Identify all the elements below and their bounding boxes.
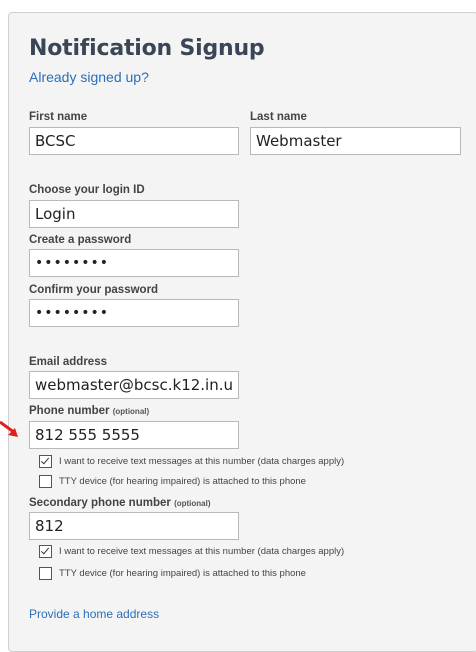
last-name-field[interactable] xyxy=(250,127,461,155)
red-arrow-icon xyxy=(0,420,18,437)
phone-label-text: Phone number xyxy=(29,405,110,417)
password-field[interactable] xyxy=(29,249,239,277)
secondary-phone-text-checkbox[interactable] xyxy=(39,545,52,558)
login-id-label: Choose your login ID xyxy=(29,184,145,196)
already-signed-up-link[interactable]: Already signed up? xyxy=(29,69,149,85)
phone-optional-note: (optional) xyxy=(112,407,150,416)
confirm-password-field[interactable] xyxy=(29,299,239,327)
phone-tty-checkbox[interactable] xyxy=(39,475,52,488)
secondary-phone-tty-checkbox[interactable] xyxy=(39,567,52,580)
secondary-phone-label: Secondary phone number (optional) xyxy=(29,497,211,509)
secondary-phone-label-text: Secondary phone number xyxy=(29,497,171,509)
email-label: Email address xyxy=(29,356,107,368)
provide-home-address-link[interactable]: Provide a home address xyxy=(29,607,159,621)
email-field[interactable] xyxy=(29,371,239,399)
secondary-phone-text-opt-in-label: I want to receive text messages at this … xyxy=(59,546,345,557)
secondary-phone-tty-option: TTY device (for hearing impaired) is att… xyxy=(39,567,306,580)
secondary-phone-optional-note: (optional) xyxy=(174,499,211,508)
login-id-field[interactable] xyxy=(29,200,239,228)
phone-text-opt-in: I want to receive text messages at this … xyxy=(39,455,344,468)
secondary-phone-tty-label: TTY device (for hearing impaired) is att… xyxy=(59,568,306,579)
last-name-label: Last name xyxy=(250,111,307,123)
page-title: Notification Signup xyxy=(29,36,265,61)
phone-text-opt-in-label: I want to receive text messages at this … xyxy=(59,456,345,467)
first-name-label: First name xyxy=(29,111,88,123)
phone-label: Phone number (optional) xyxy=(29,405,149,417)
password-label: Create a password xyxy=(29,234,132,246)
phone-tty-option: TTY device (for hearing impaired) is att… xyxy=(39,475,306,488)
first-name-field[interactable] xyxy=(29,127,239,155)
secondary-phone-text-opt-in: I want to receive text messages at this … xyxy=(39,545,344,558)
confirm-password-label: Confirm your password xyxy=(29,284,159,296)
phone-text-checkbox[interactable] xyxy=(39,455,52,468)
phone-tty-label: TTY device (for hearing impaired) is att… xyxy=(59,476,306,487)
secondary-phone-field[interactable] xyxy=(29,512,239,540)
phone-field[interactable] xyxy=(29,421,239,449)
